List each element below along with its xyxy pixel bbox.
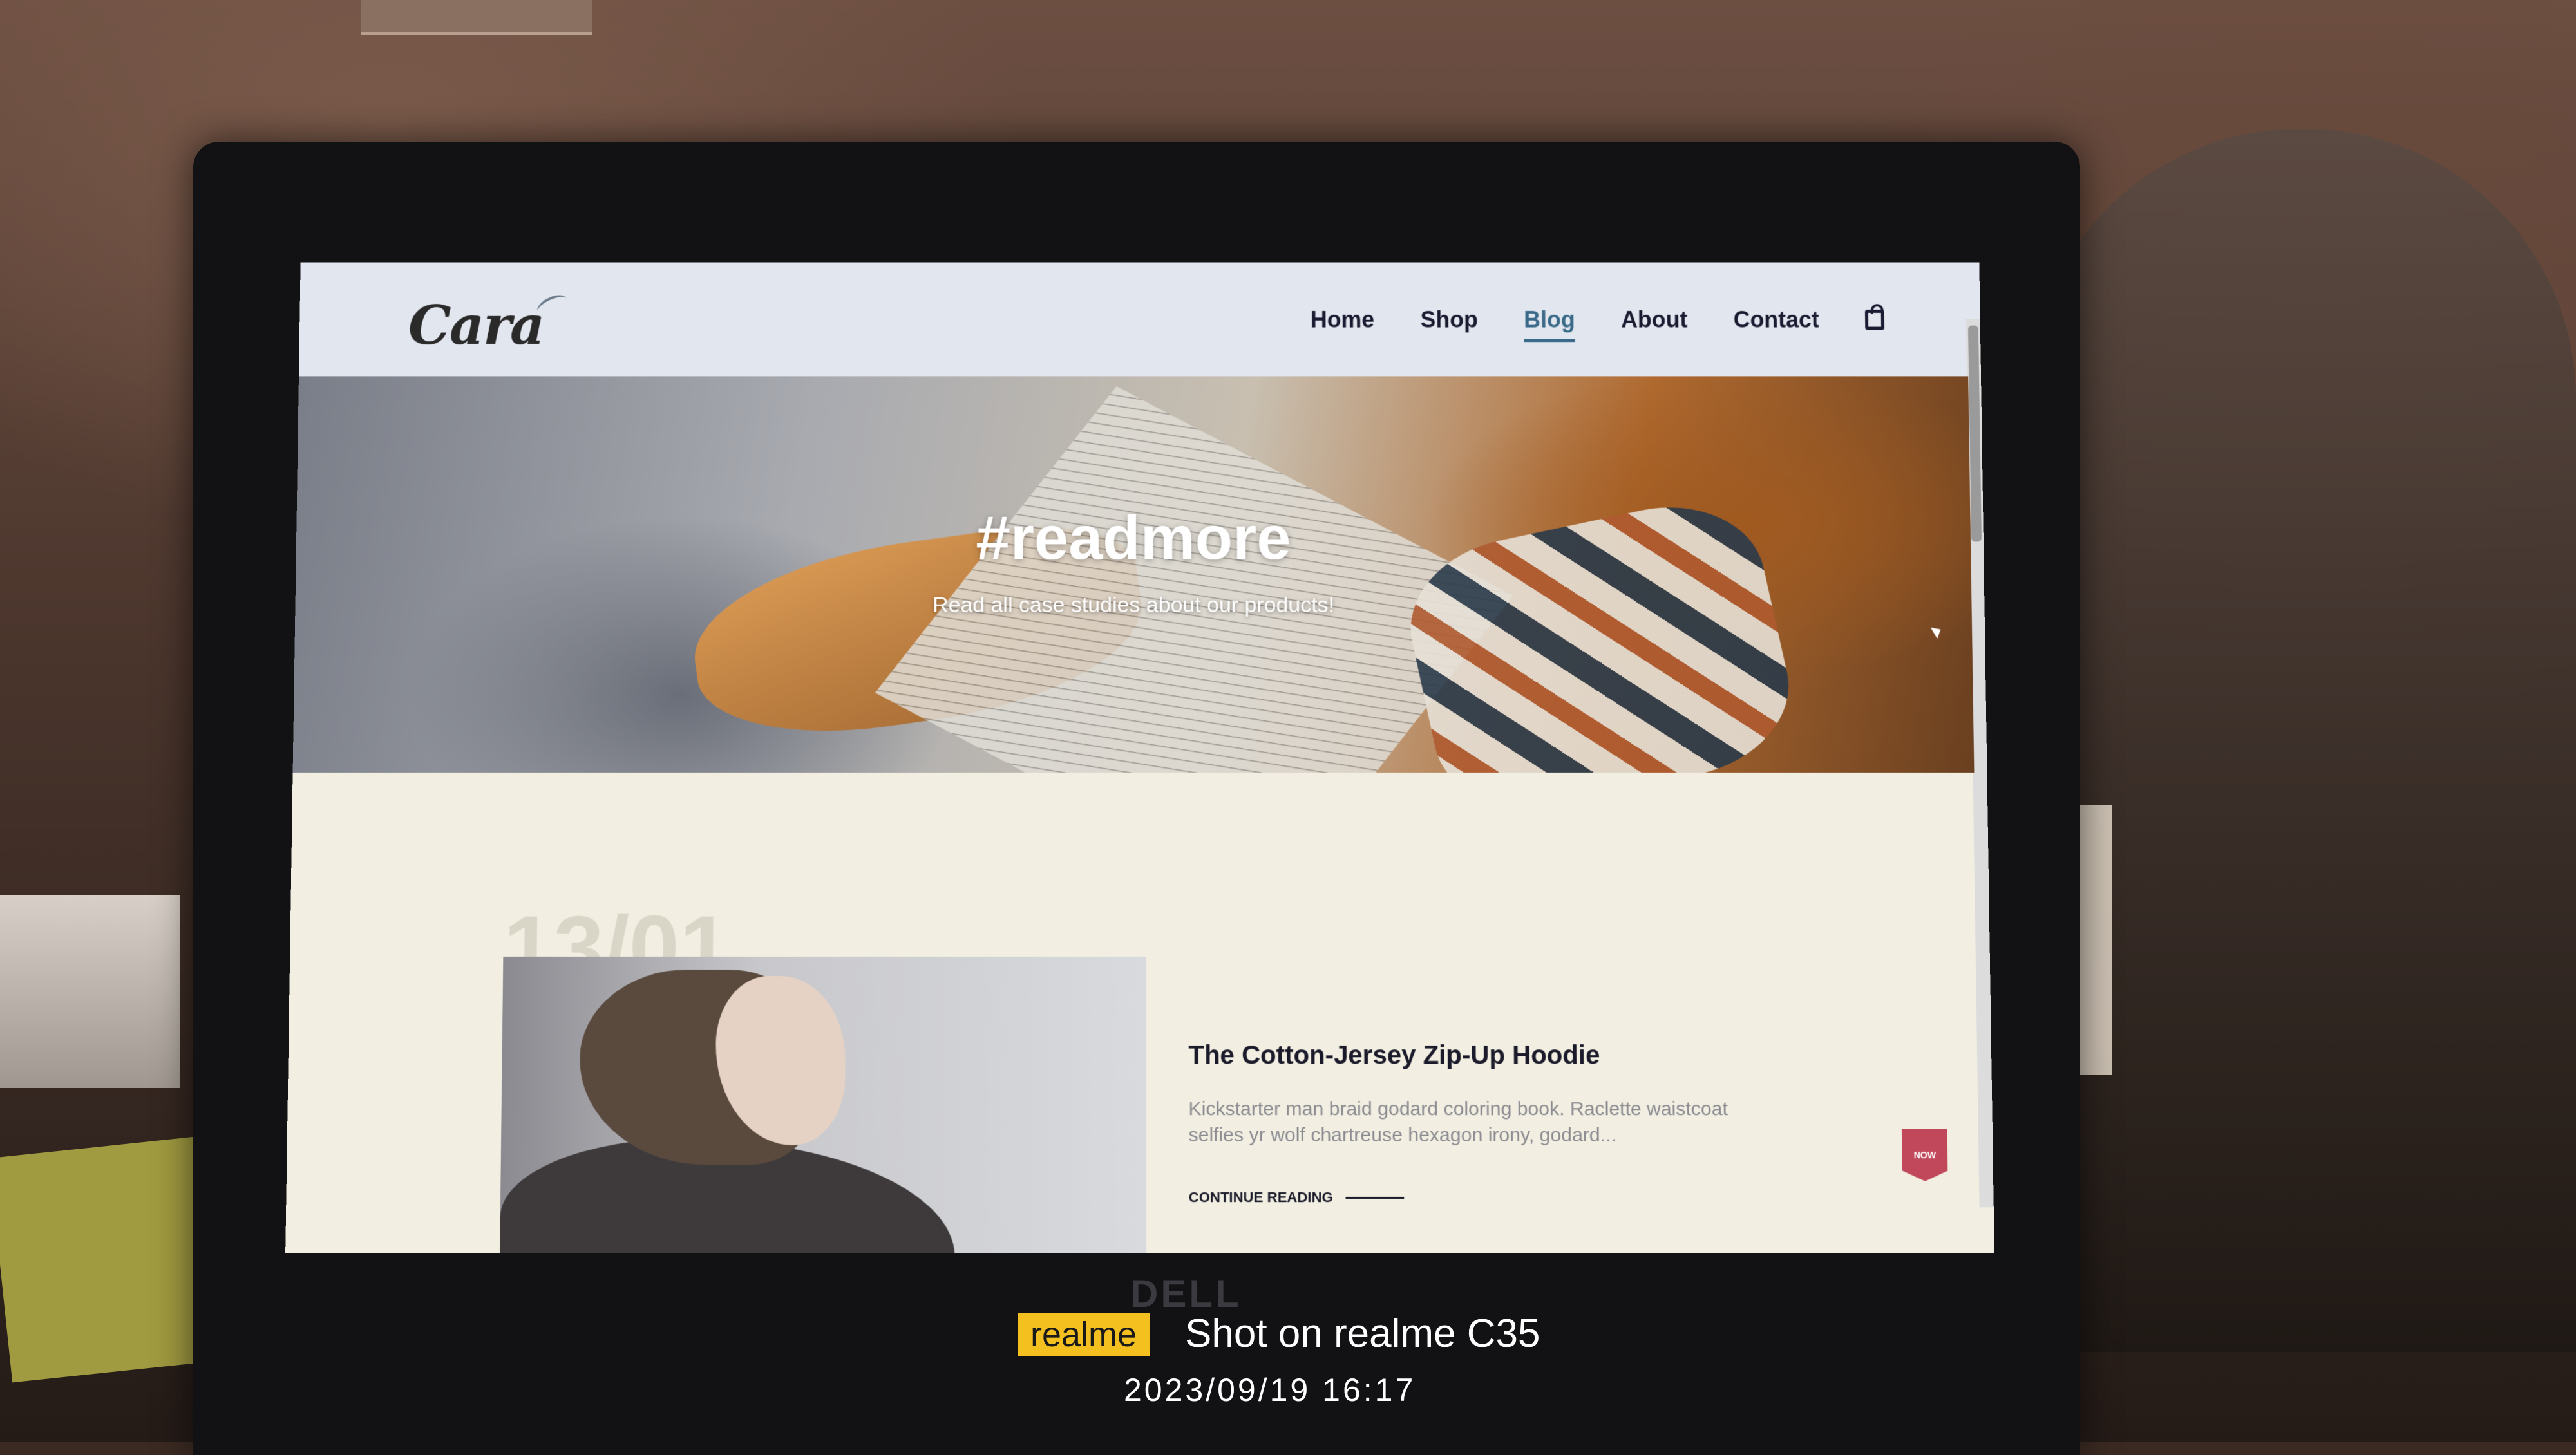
nav-about[interactable]: About: [1621, 306, 1688, 333]
site-navbar: Cara Home Shop Blog About Contact: [298, 262, 1982, 377]
wall-mirror: [2029, 129, 2576, 1352]
continue-reading-underline: [1345, 1196, 1405, 1199]
mouse-cursor-icon: [1931, 623, 1944, 639]
nav-shop[interactable]: Shop: [1421, 306, 1479, 333]
post-title[interactable]: The Cotton-Jersey Zip-Up Hoodie: [1188, 1041, 1600, 1070]
wall-picture-frame: [361, 0, 592, 35]
now-badge-icon[interactable]: NOW: [1902, 1129, 1948, 1181]
hero-title: #readmore: [976, 503, 1291, 573]
hero-subtitle: Read all case studies about our products…: [932, 592, 1335, 617]
dell-logo: DELL: [1130, 1272, 1242, 1315]
watermark-datetime: 2023/09/19 16:17: [1124, 1372, 1416, 1408]
laptop-screen: Cara Home Shop Blog About Contact #readm…: [285, 262, 1994, 1253]
book-stack: [0, 895, 180, 1088]
hero-banner: #readmore Read all case studies about ou…: [292, 376, 1975, 773]
shopping-bag-icon[interactable]: [1864, 309, 1885, 330]
post-image[interactable]: [499, 956, 1147, 1253]
nav-contact[interactable]: Contact: [1733, 306, 1819, 333]
continue-reading-label: CONTINUE READING: [1188, 1188, 1333, 1206]
watermark-text: Shot on realme C35: [1185, 1311, 1540, 1356]
hero-book-image: [875, 386, 1513, 773]
continue-reading-link[interactable]: CONTINUE READING: [1189, 1189, 1405, 1206]
nav-blog[interactable]: Blog: [1524, 306, 1575, 333]
site-logo[interactable]: Cara: [408, 294, 544, 356]
nav-home[interactable]: Home: [1311, 306, 1374, 333]
watermark-brand-tag: realme: [1018, 1313, 1150, 1356]
post-excerpt: Kickstarter man braid godard coloring bo…: [1188, 1098, 1728, 1146]
main-nav: Home Shop Blog About Contact: [1311, 306, 1885, 333]
